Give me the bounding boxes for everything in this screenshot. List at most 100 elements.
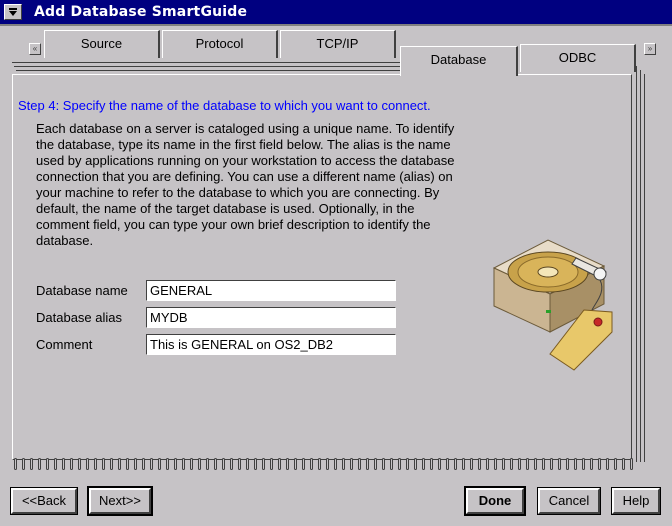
binding-ring [118,458,121,470]
next-button[interactable]: Next>> [87,486,153,516]
page-stack-edge [640,70,641,462]
binding-ring [502,458,505,470]
binding-ring [382,458,385,470]
binding-ring [334,458,337,470]
binding-ring [398,458,401,470]
binding-ring [326,458,329,470]
binding-ring [518,458,521,470]
binding-ring [550,458,553,470]
system-menu-button[interactable] [4,4,22,20]
binding-ring [454,458,457,470]
binding-ring [542,458,545,470]
title-bar: Add Database SmartGuide [0,0,672,26]
database-name-field[interactable] [146,280,396,301]
database-alias-field[interactable] [146,307,396,328]
binding-ring [214,458,217,470]
binding-ring [94,458,97,470]
binding-ring [406,458,409,470]
binding-ring [606,458,609,470]
binding-ring [78,458,81,470]
description-text: Each database on a server is cataloged u… [36,121,455,248]
binding-ring [70,458,73,470]
tab-odbc[interactable]: ODBC [520,44,636,72]
binding-ring [102,458,105,470]
binding-ring [230,458,233,470]
binding-ring [614,458,617,470]
binding-ring [414,458,417,470]
binding-ring [238,458,241,470]
binding-ring [478,458,481,470]
binding-ring [254,458,257,470]
back-button[interactable]: <<Back [10,487,78,515]
binding-ring [598,458,601,470]
binding-ring [54,458,57,470]
double-right-arrow-icon: » [647,44,653,53]
tab-database[interactable]: Database [400,46,518,76]
binding-ring [174,458,177,470]
binding-ring [198,458,201,470]
binding-ring [486,458,489,470]
binding-ring [206,458,209,470]
binding-ring [262,458,265,470]
binding-ring [462,458,465,470]
step-heading: Step 4: Specify the name of the database… [18,98,431,113]
binding-ring [566,458,569,470]
binding-ring [422,458,425,470]
binding-ring [350,458,353,470]
binding-ring [222,458,225,470]
cancel-button[interactable]: Cancel [537,487,601,515]
binding-ring [46,458,49,470]
binding-ring [534,458,537,470]
binding-ring [622,458,625,470]
binding-ring [318,458,321,470]
binding-ring [438,458,441,470]
binding-ring [142,458,145,470]
tab-scroll-right-button[interactable]: » [644,43,656,55]
binding-ring [366,458,369,470]
binding-ring [278,458,281,470]
tab-source[interactable]: Source [44,30,160,58]
binding-ring [374,458,377,470]
done-button[interactable]: Done [464,486,526,516]
binding-ring [62,458,65,470]
binding-ring [166,458,169,470]
page-stack-edge [16,70,402,71]
page-stack-edge [12,62,402,63]
binding-ring [286,458,289,470]
comment-field[interactable] [146,334,396,355]
binding-ring [126,458,129,470]
binding-ring [590,458,593,470]
binding-ring [510,458,513,470]
binding-ring [270,458,273,470]
binding-ring [158,458,161,470]
tab-tcpip[interactable]: TCP/IP [280,30,396,58]
binding-ring [14,458,17,470]
binding-ring [302,458,305,470]
page-stack-edge [644,74,645,462]
tab-protocol[interactable]: Protocol [162,30,278,58]
page-stack-edge [14,66,402,67]
database-alias-label: Database alias [36,310,122,325]
binding-ring [150,458,153,470]
double-left-arrow-icon: « [32,44,38,53]
tab-scroll-left-button[interactable]: « [29,43,41,55]
binding-ring [182,458,185,470]
binding-ring [86,458,89,470]
help-button[interactable]: Help [611,487,661,515]
binding-ring [190,458,193,470]
chevron-down-icon [9,8,17,16]
binding-ring [246,458,249,470]
binding-ring [110,458,113,470]
window-title: Add Database SmartGuide [34,4,248,20]
binding-ring [38,458,41,470]
binding-ring [310,458,313,470]
binding-ring [574,458,577,470]
database-drive-icon [492,239,613,371]
binding-ring [294,458,297,470]
binding-ring [22,458,25,470]
binding-ring [358,458,361,470]
comment-label: Comment [36,337,93,352]
binding-ring [526,458,529,470]
binding-ring [30,458,33,470]
binding-ring [582,458,585,470]
